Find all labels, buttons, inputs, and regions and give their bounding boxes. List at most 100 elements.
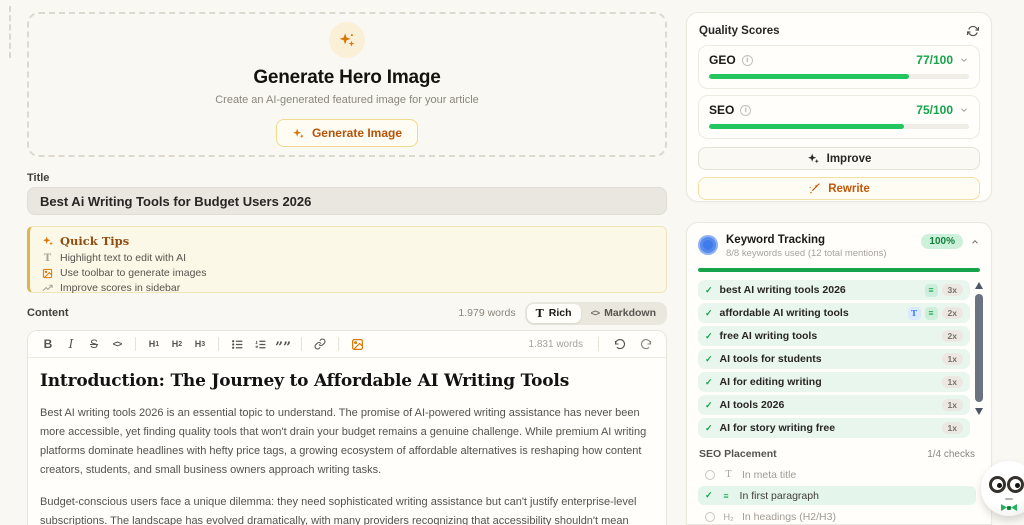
title-input[interactable]: Best Ai Writing Tools for Budget Users 2…: [27, 187, 667, 215]
check-icon: ✓: [705, 353, 713, 364]
scroll-down-arrow[interactable]: [974, 408, 983, 415]
image-icon: [42, 268, 53, 279]
keyword-row[interactable]: ✓ free AI writing tools 2x: [698, 326, 970, 346]
dashed-border-fragment: [9, 6, 15, 58]
quick-tips-title: Quick Tips: [60, 234, 130, 248]
heading3-button[interactable]: H3: [190, 334, 210, 354]
quick-tip-text: Use toolbar to generate images: [60, 267, 207, 279]
sparkle-icon: [807, 153, 819, 164]
keyword-progress-fill: [698, 268, 980, 272]
seo-check-label: In headings (H2/H3): [742, 510, 836, 523]
bold-button[interactable]: B: [38, 334, 58, 354]
check-icon: ✓: [705, 399, 713, 410]
toolbar-divider: [301, 337, 302, 351]
keyword-list: ✓ best AI writing tools 2026 ≡ 3x ✓ affo…: [698, 280, 970, 438]
mascot-mouth: [1005, 498, 1013, 500]
keyword-row[interactable]: ✓ best AI writing tools 2026 ≡ 3x: [698, 280, 970, 300]
italic-button[interactable]: I: [61, 334, 81, 354]
seo-score: 75/100: [916, 103, 953, 117]
text-icon: T: [725, 470, 732, 480]
toolbar-divider: [218, 337, 219, 351]
keyword-progress-track: [698, 268, 980, 272]
rich-label: Rich: [548, 307, 572, 319]
keyword-row[interactable]: ✓ AI for story writing free 1x: [698, 418, 970, 438]
seo-label: SEO: [709, 103, 735, 117]
seo-check-first-paragraph[interactable]: ✓ ≡ In first paragraph: [698, 486, 976, 505]
generate-image-label: Generate Image: [311, 126, 403, 140]
editor-mode-toggle: T Rich <> Markdown: [524, 301, 667, 325]
redo-button[interactable]: [636, 334, 656, 354]
strikethrough-button[interactable]: S: [84, 334, 104, 354]
link-button[interactable]: [310, 334, 330, 354]
improve-button[interactable]: Improve: [698, 147, 980, 170]
mascot-eye: [1007, 476, 1024, 493]
bullet-list-button[interactable]: [227, 334, 247, 354]
inline-code-button[interactable]: <>: [107, 334, 127, 354]
unchecked-circle-icon: [705, 469, 715, 480]
check-icon: ✓: [705, 330, 713, 341]
keyword-tracking-panel: Keyword Tracking 8/8 keywords used (12 t…: [686, 222, 992, 525]
rewrite-label: Rewrite: [828, 182, 870, 195]
hero-subtitle: Create an AI-generated featured image fo…: [215, 94, 479, 106]
title-value: Best Ai Writing Tools for Budget Users 2…: [40, 193, 312, 209]
keyword-row[interactable]: ✓ AI tools 2026 1x: [698, 395, 970, 415]
refresh-icon[interactable]: [967, 25, 979, 37]
keyword-list-scrollbar[interactable]: [974, 282, 983, 444]
markdown-mode-tab[interactable]: <> Markdown: [582, 304, 665, 322]
keyword-text: free AI writing tools: [719, 330, 818, 342]
mascot-bowtie: [1001, 504, 1017, 511]
keyword-row[interactable]: ✓ AI for editing writing 1x: [698, 372, 970, 392]
undo-button[interactable]: [610, 334, 630, 354]
title-label: Title: [27, 172, 50, 184]
quick-tip-text: Highlight text to edit with AI: [60, 252, 187, 264]
seo-progress-fill: [709, 124, 904, 129]
keyword-count-badge: 1x: [941, 353, 963, 365]
ordered-list-button[interactable]: [250, 334, 270, 354]
seo-check-label: In meta title: [742, 468, 797, 481]
text-cursor-icon: T: [43, 252, 52, 264]
heading2-button[interactable]: H2: [167, 334, 187, 354]
rewrite-button[interactable]: Rewrite: [698, 177, 980, 200]
chevron-down-icon[interactable]: [959, 55, 969, 65]
keyword-count-badge: 1x: [941, 376, 963, 388]
toolbar-divider: [135, 337, 136, 351]
insert-image-button[interactable]: [347, 334, 367, 354]
blockquote-button[interactable]: ””: [273, 334, 293, 355]
seo-check-meta-title[interactable]: T In meta title: [698, 465, 976, 484]
quick-tip-item: Use toolbar to generate images: [42, 267, 654, 279]
heading1-button[interactable]: H1: [144, 334, 164, 354]
keyword-tracking-subtitle: 8/8 keywords used (12 total mentions): [726, 248, 887, 259]
keyword-count-badge: 2x: [941, 330, 963, 342]
check-icon: ✓: [705, 422, 713, 433]
content-word-count: 1.979 words: [458, 307, 516, 319]
geo-progress-fill: [709, 74, 910, 79]
keyword-text: AI for editing writing: [719, 376, 822, 388]
check-icon: ✓: [705, 490, 713, 500]
info-icon[interactable]: i: [741, 54, 753, 66]
keyword-text: AI tools for students: [719, 353, 822, 365]
seo-placement-section: SEO Placement 1/4 checks T In meta title…: [698, 444, 976, 525]
sparkle-icon: [293, 128, 304, 138]
quick-tip-item: Improve scores in sidebar: [42, 282, 654, 294]
rich-mode-tab[interactable]: T Rich: [526, 303, 581, 323]
geo-score-card[interactable]: GEO i 77/100: [698, 45, 980, 89]
seo-check-headings[interactable]: H₂ In headings (H2/H3): [698, 507, 976, 525]
keyword-text: AI for story writing free: [719, 422, 836, 434]
keyword-row[interactable]: ✓ AI tools for students 1x: [698, 349, 970, 369]
generate-hero-image-dropzone[interactable]: Generate Hero Image Create an AI-generat…: [27, 12, 667, 157]
scroll-up-arrow[interactable]: [974, 282, 983, 289]
article-body[interactable]: Introduction: The Journey to Affordable …: [28, 358, 666, 525]
content-editor: B I S <> H1 H2 H3 ”” 1.831 words Introdu…: [27, 330, 667, 525]
editor-word-count: 1.831 words: [528, 338, 583, 350]
scrollbar-thumb[interactable]: [974, 294, 983, 402]
seo-score-card[interactable]: SEO i 75/100: [698, 95, 980, 139]
hero-title: Generate Hero Image: [253, 67, 441, 88]
chevron-down-icon[interactable]: [959, 105, 969, 115]
info-icon[interactable]: i: [740, 104, 752, 116]
code-icon: <>: [590, 308, 600, 318]
generate-image-button[interactable]: Generate Image: [275, 119, 419, 147]
keyword-row[interactable]: ✓ affordable AI writing tools T ≡ 2x: [698, 303, 970, 323]
chevron-up-icon[interactable]: [970, 237, 980, 247]
geo-score: 77/100: [916, 53, 953, 67]
keyword-percent-badge: 100%: [921, 234, 963, 249]
